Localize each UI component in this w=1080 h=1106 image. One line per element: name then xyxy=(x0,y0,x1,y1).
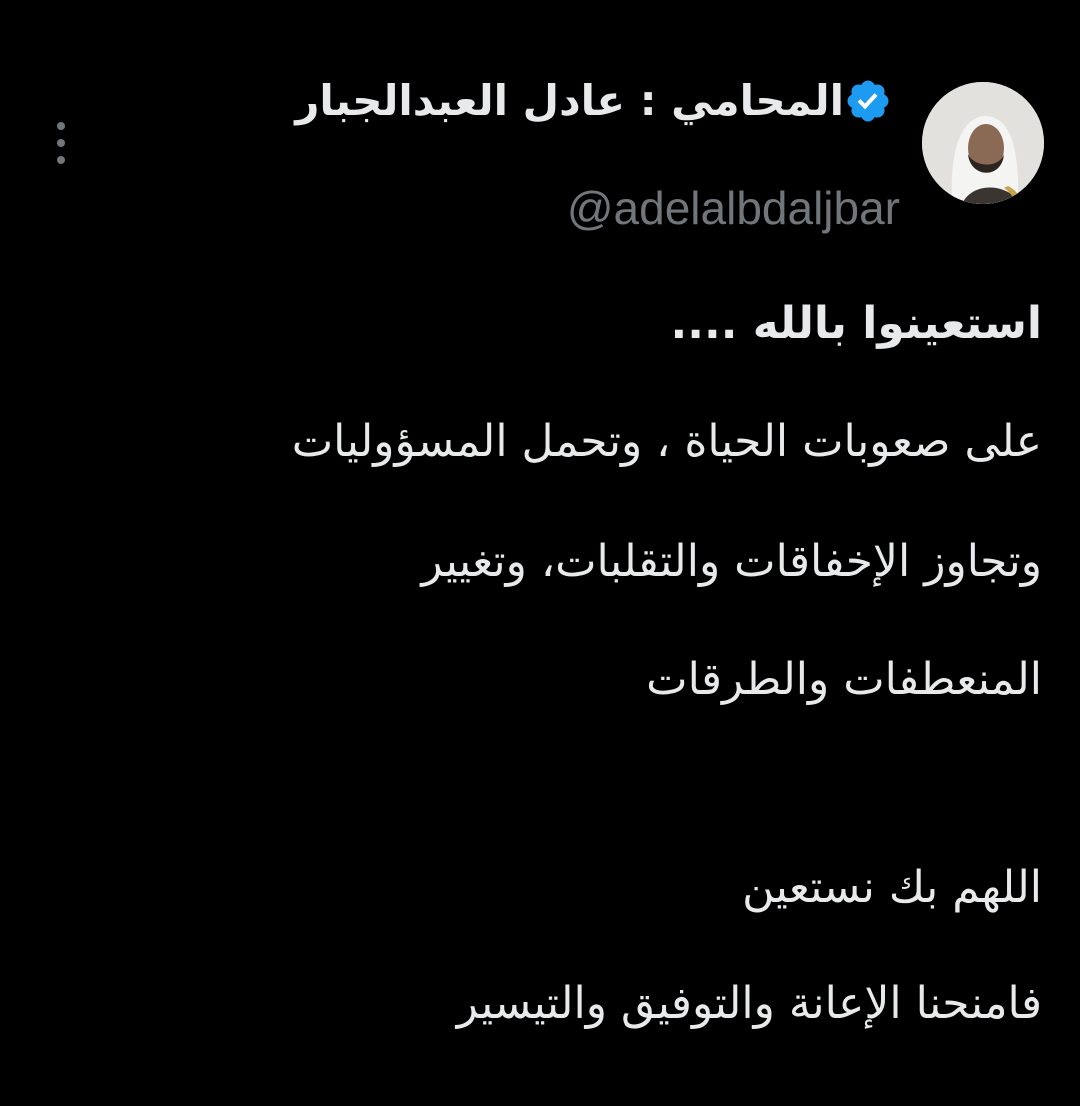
tweet-text-line: اللهم بك نستعين xyxy=(742,862,1042,913)
tweet-text-line: وتجاوز الإخفاقات والتقلبات، وتغيير xyxy=(421,536,1042,587)
profile-avatar[interactable] xyxy=(922,82,1044,204)
verified-badge-icon xyxy=(847,80,889,122)
more-dot xyxy=(57,122,65,130)
tweet-text-line: المنعطفات والطرقات xyxy=(646,654,1042,705)
tweet-text-line: استعينوا بالله .... xyxy=(670,298,1042,349)
more-dot xyxy=(57,156,65,164)
tweet-text-line: فامنحنا الإعانة والتوفيق والتيسير xyxy=(456,978,1042,1029)
tweet-text-line: على صعوبات الحياة ، وتحمل المسؤوليات xyxy=(291,416,1042,467)
user-handle[interactable]: @adelalbdaljbar xyxy=(567,178,900,238)
display-name[interactable]: المحامي : عادل العبدالجبار xyxy=(295,66,844,136)
avatar-photo xyxy=(922,82,1044,204)
name-row: المحامي : عادل العبدالجبار xyxy=(295,66,900,136)
more-options-icon[interactable] xyxy=(50,122,72,164)
tweet-card: المحامي : عادل العبدالجبار @adelalbdaljb… xyxy=(0,0,1080,1106)
more-dot xyxy=(57,139,65,147)
